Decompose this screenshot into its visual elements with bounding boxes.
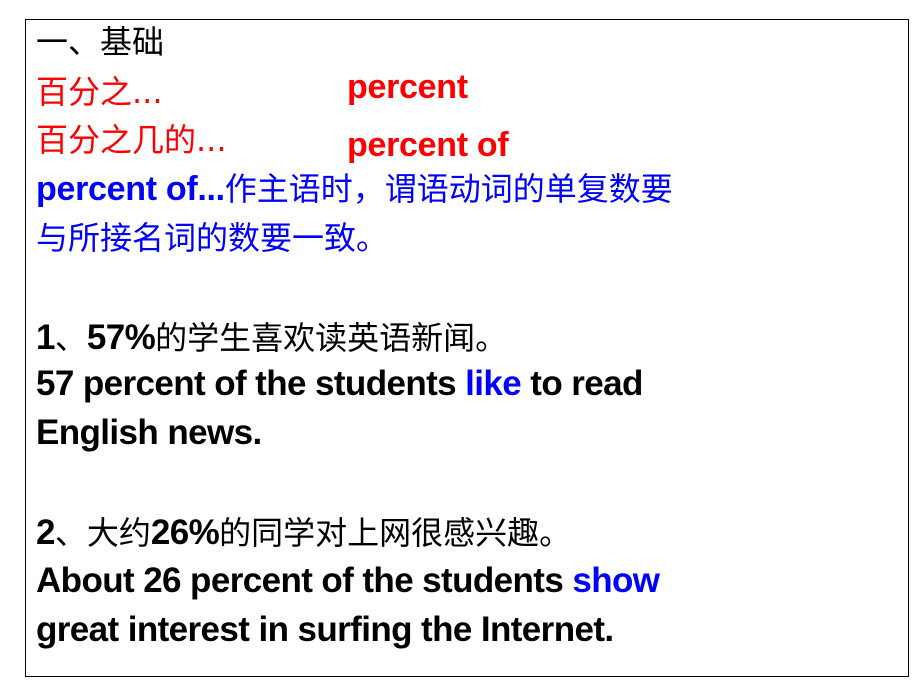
example-1-en-line-2: English news.	[36, 413, 262, 452]
rule-line-2: 与所接名词的数要一致。	[36, 219, 389, 257]
definition-en-1: percent	[347, 68, 468, 106]
highlighted-verb: show	[572, 561, 660, 600]
example-2-en-line-2: great interest in surfing the Internet.	[36, 610, 614, 649]
example-cn-text: 的学生喜欢读英语新闻。	[155, 319, 508, 357]
highlighted-verb: like	[465, 364, 522, 403]
separator: 、	[54, 319, 87, 357]
definition-cn-2: 百分之几的...	[36, 121, 227, 159]
example-1-cn: 1、57%的学生喜欢读英语新闻。	[36, 318, 507, 358]
example-number: 2	[36, 513, 55, 552]
example-en-text: to read	[521, 364, 643, 403]
separator: 、	[54, 514, 87, 552]
example-cn-text: 大约	[86, 514, 151, 552]
example-number: 1	[36, 318, 55, 357]
example-en-text: About 26 percent of the students	[36, 561, 573, 600]
definition-en-2: percent of	[347, 126, 509, 164]
example-2-cn: 2、大约26%的同学对上网很感兴趣。	[36, 513, 571, 553]
definition-cn-1: 百分之...	[36, 73, 163, 111]
rule-text: 作主语时，谓语动词的单复数要	[224, 170, 673, 208]
example-en-text: 57 percent of the students	[36, 364, 466, 403]
rule-lead: percent of...	[36, 170, 225, 208]
rule-line-1: percent of...作主语时，谓语动词的单复数要	[36, 169, 673, 209]
section-heading: 一、基础	[36, 23, 165, 61]
example-2-en-line-1: About 26 percent of the students show	[36, 561, 660, 601]
example-cn-text: 的同学对上网很感兴趣。	[219, 514, 572, 552]
percent-value: 57%	[86, 318, 156, 357]
percent-value: 26%	[150, 513, 220, 552]
example-1-en-line-1: 57 percent of the students like to read	[36, 364, 643, 404]
